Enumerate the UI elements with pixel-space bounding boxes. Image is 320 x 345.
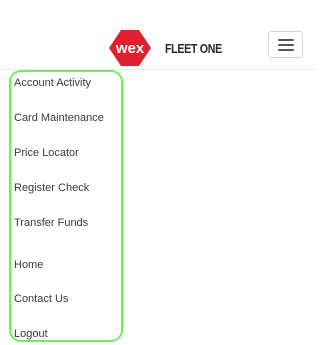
menu-item-contact-us[interactable]: Contact Us [14,292,68,306]
hamburger-bar [277,43,294,46]
menu-item-transfer-funds[interactable]: Transfer Funds [14,216,88,230]
wex-logo-text: wex [115,40,145,57]
nav-menu: Account Activity Card Maintenance Price … [9,70,123,345]
menu-item-card-maintenance[interactable]: Card Maintenance [14,111,104,125]
menu-item-account-activity[interactable]: Account Activity [14,76,91,90]
wex-logo-icon: wex [105,28,155,68]
page: wex FLEET ONE Account Activity Card Main… [0,0,314,345]
menu-item-home[interactable]: Home [14,258,43,272]
brand-logo[interactable]: wex FLEET ONE [105,28,234,68]
hamburger-bar [277,48,294,51]
hamburger-icon[interactable] [268,31,303,58]
menu-item-register-check[interactable]: Register Check [14,181,89,195]
menu-item-logout[interactable]: Logout [14,327,48,341]
menu-item-price-locator[interactable]: Price Locator [14,146,79,160]
hamburger-bar [277,38,294,41]
app-header: wex FLEET ONE [0,0,314,70]
brand-name: FLEET ONE [165,40,222,56]
